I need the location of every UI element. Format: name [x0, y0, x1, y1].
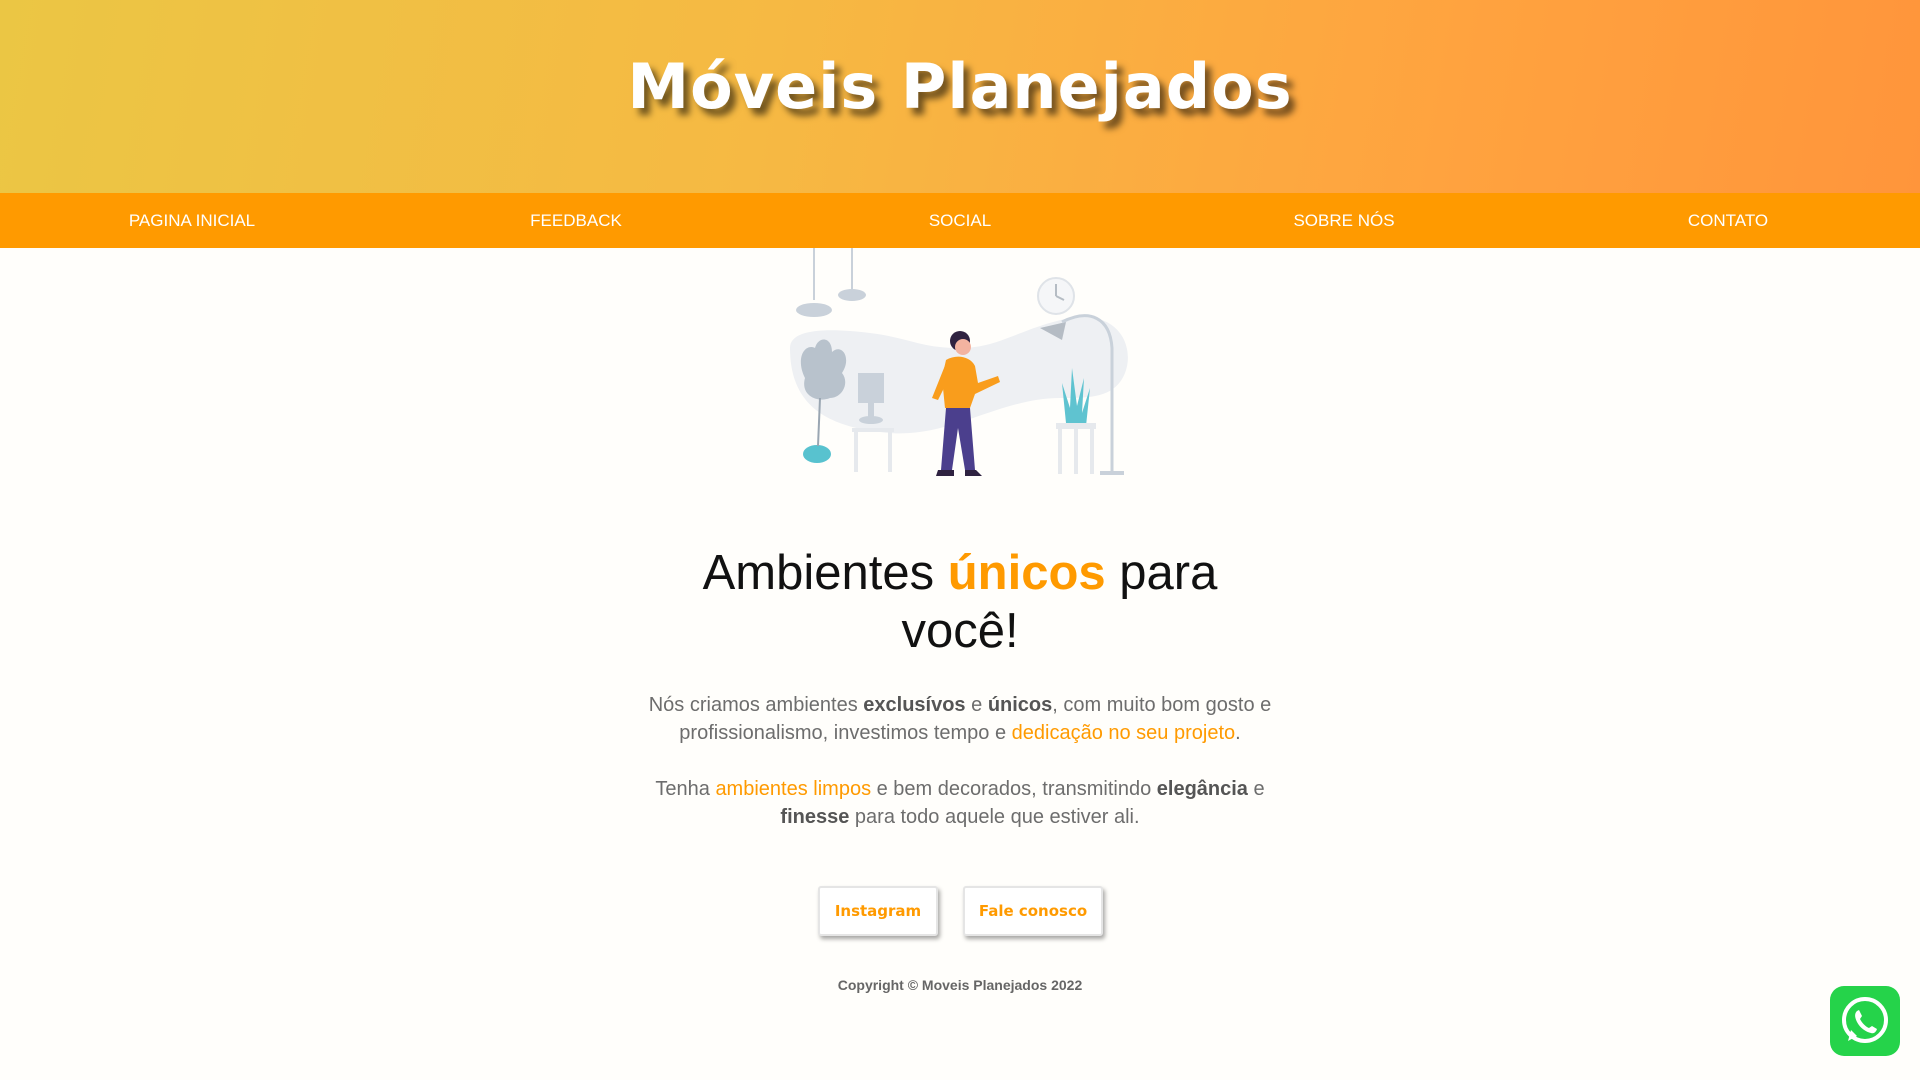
copyright-text: Copyright © Moveis Planejados 2022 [837, 977, 1083, 993]
main-nav: PAGINA INICIAL FEEDBACK SOCIAL SOBRE NÓS… [0, 193, 1920, 248]
p2-text-1: Tenha [655, 778, 716, 800]
p2-bold-2: finesse [780, 806, 850, 828]
nav-item-sobre-nos[interactable]: SOBRE NÓS [1152, 193, 1536, 248]
nav-item-feedback[interactable]: FEEDBACK [384, 193, 768, 248]
contact-button[interactable]: Fale conosco [963, 886, 1103, 936]
headline-text-start: Ambientes [702, 546, 948, 600]
headline-accent: únicos [947, 546, 1106, 600]
p2-text-2: e bem decorados, transmitindo [871, 778, 1157, 800]
site-title: Móveis Planejados [627, 50, 1293, 123]
p1-text-2: e [965, 694, 988, 716]
p2-text-4: para todo aquele que estiver ali. [849, 806, 1140, 828]
p1-text-4: . [1235, 722, 1241, 744]
p1-highlight: dedicação no seu projeto [1011, 722, 1236, 744]
nav-item-contato[interactable]: CONTATO [1536, 193, 1920, 248]
site-header: Móveis Planejados [0, 0, 1920, 193]
hero-paragraph-2: Tenha ambientes limpos e bem decorados, … [640, 775, 1280, 831]
p2-bold-1: elegância [1156, 778, 1248, 800]
whatsapp-icon [1842, 997, 1888, 1043]
whatsapp-button[interactable] [1830, 986, 1900, 1056]
p1-bold-1: exclusívos [863, 694, 966, 716]
hero-paragraph-1: Nós criamos ambientes exclusívos e único… [640, 691, 1280, 747]
p2-highlight: ambientes limpos [715, 778, 872, 800]
p2-text-3: e [1247, 778, 1265, 800]
hero-headline: Ambientes únicos para você! [660, 544, 1260, 660]
instagram-button[interactable]: Instagram [818, 886, 938, 936]
hero-illustration [770, 248, 1150, 478]
person-arranging-room-illustration-icon [790, 248, 1128, 476]
p1-bold-2: únicos [987, 694, 1053, 716]
nav-item-pagina-inicial[interactable]: PAGINA INICIAL [0, 193, 384, 248]
nav-item-social[interactable]: SOCIAL [768, 193, 1152, 248]
p1-text-1: Nós criamos ambientes [648, 694, 864, 716]
